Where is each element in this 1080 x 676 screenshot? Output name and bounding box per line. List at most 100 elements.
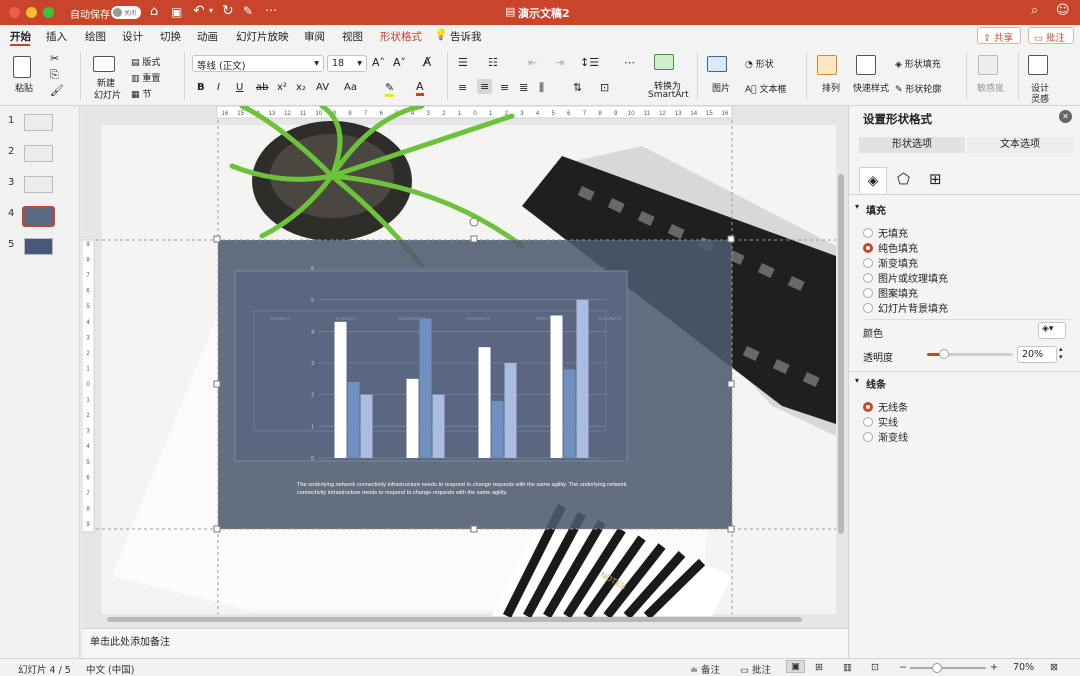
shapes-button[interactable]: ◔ 形状	[745, 57, 774, 70]
tab-insert[interactable]: 插入	[46, 29, 67, 44]
slideshow-icon[interactable]: ⊡	[871, 662, 879, 673]
reading-view-icon[interactable]: ▥	[843, 662, 852, 673]
fit-slide-icon[interactable]: ⊠	[1050, 662, 1058, 673]
fill-line-tab-icon[interactable]: ◈	[859, 167, 887, 193]
home-icon[interactable]: ⌂	[150, 4, 158, 19]
slide-thumbnail-4[interactable]	[22, 206, 55, 227]
slide-sorter-icon[interactable]: ⊞	[815, 662, 823, 673]
redo-icon[interactable]: ↻	[222, 3, 234, 19]
tab-transitions[interactable]: 切换	[160, 29, 181, 44]
tell-me[interactable]: 告诉我	[450, 29, 482, 44]
chevron-down-icon[interactable]: ▾	[855, 202, 859, 211]
text-direction-icon[interactable]: ⇅	[573, 81, 582, 94]
language-indicator[interactable]: 中文 (中国)	[86, 662, 134, 676]
clear-format-icon[interactable]: A̸	[423, 55, 431, 69]
save-icon[interactable]: ▣	[171, 5, 182, 19]
shape-outline-button[interactable]: ✎ 形状轮廓	[895, 82, 941, 95]
align-text-icon[interactable]: ⊡	[600, 81, 609, 94]
sensitivity-icon[interactable]	[978, 55, 998, 75]
zoom-window-button[interactable]	[43, 7, 54, 18]
tab-shape-format[interactable]: 形状格式	[380, 29, 422, 44]
picture-icon[interactable]	[707, 56, 727, 72]
textbox-button[interactable]: A⃞ 文本框	[745, 82, 786, 95]
autosave-toggle[interactable]: 关闭	[111, 6, 141, 19]
normal-view-icon[interactable]: ▣	[786, 660, 805, 673]
increase-indent-icon[interactable]: ⇥	[555, 56, 564, 69]
superscript-icon[interactable]: x²	[277, 82, 287, 93]
designer-icon[interactable]	[1028, 55, 1048, 75]
highlight-icon[interactable]: ✎	[385, 81, 395, 97]
close-icon[interactable]: ✕	[1059, 110, 1072, 123]
decrease-font-icon[interactable]: A˅	[393, 56, 406, 69]
cut-icon[interactable]: ✂	[50, 52, 59, 65]
slide-thumbnail-5[interactable]	[24, 238, 53, 255]
smartart-icon[interactable]	[654, 54, 674, 70]
fill-option-pattern[interactable]: 图案填充	[863, 285, 918, 300]
tab-animations[interactable]: 动画	[197, 29, 218, 44]
slide-thumbnail-2[interactable]	[24, 145, 53, 162]
section-button[interactable]: ▦ 节	[131, 87, 151, 100]
tab-design[interactable]: 设计	[122, 29, 143, 44]
tab-slideshow[interactable]: 幻灯片放映	[236, 29, 289, 44]
edit-icon[interactable]: ✎	[243, 4, 253, 18]
bold-icon[interactable]: B	[197, 82, 205, 93]
char-spacing-icon[interactable]: AV	[316, 82, 329, 93]
subscript-icon[interactable]: x₂	[296, 82, 306, 93]
justify-icon[interactable]: ≣	[519, 81, 528, 94]
minimize-window-button[interactable]	[26, 7, 37, 18]
tab-text-options[interactable]: 文本选项	[967, 137, 1073, 153]
align-center-icon[interactable]: ≡	[477, 79, 493, 94]
copy-icon[interactable]: ⎘	[50, 68, 59, 82]
fill-option-solid[interactable]: 纯色填充	[863, 240, 918, 255]
size-properties-tab-icon[interactable]: ⊞	[929, 170, 942, 188]
zoom-level[interactable]: 70%	[1013, 662, 1034, 673]
stepper-icon[interactable]: ▴ ▾	[1059, 345, 1063, 361]
strikethrough-icon[interactable]: ab	[256, 82, 268, 93]
transparency-slider-knob[interactable]	[939, 349, 950, 359]
fill-option-picture[interactable]: 图片或纹理填充	[863, 270, 948, 285]
chevron-down-icon[interactable]: ▾	[855, 376, 859, 385]
font-size-select[interactable]: 18 ▾	[327, 55, 367, 72]
line-option-gradient[interactable]: 渐变线	[863, 429, 908, 444]
increase-font-icon[interactable]: A˄	[372, 56, 385, 69]
share-button[interactable]: ⇪ 共享	[977, 27, 1021, 44]
horizontal-scrollbar[interactable]	[107, 617, 802, 622]
tab-shape-options[interactable]: 形状选项	[859, 137, 965, 153]
line-section-header[interactable]: 线条	[866, 376, 886, 391]
comments-toggle[interactable]: ▭ 批注	[740, 662, 771, 676]
line-option-solid[interactable]: 实线	[863, 414, 898, 429]
smartart-columns-icon[interactable]: ⋯	[624, 56, 635, 69]
close-window-button[interactable]	[9, 7, 20, 18]
columns-icon[interactable]: ⫼	[539, 81, 544, 95]
undo-dropdown-icon[interactable]: ▾	[209, 6, 213, 15]
reset-button[interactable]: ▥ 重置	[131, 71, 160, 84]
quick-styles-icon[interactable]	[856, 55, 876, 75]
format-painter-icon[interactable]: 🖌	[50, 84, 64, 97]
new-slide-icon[interactable]	[93, 56, 115, 72]
smiley-icon[interactable]: ☺	[1056, 3, 1070, 18]
tab-view[interactable]: 视图	[342, 29, 363, 44]
change-case-icon[interactable]: Aa	[344, 82, 357, 93]
fill-option-gradient[interactable]: 渐变填充	[863, 255, 918, 270]
layout-button[interactable]: ▤ 版式	[131, 55, 160, 68]
tab-home[interactable]: 开始	[10, 29, 31, 44]
notes-toggle[interactable]: ≐ 备注	[690, 662, 720, 676]
slide-caption[interactable]: The underlying network connectivity infr…	[297, 481, 627, 497]
rotate-handle-icon[interactable]	[469, 217, 479, 227]
font-name-select[interactable]: 等线 (正文) ▾	[192, 55, 324, 72]
transparency-input[interactable]: 20%	[1017, 346, 1057, 363]
slide-thumbnail-3[interactable]	[24, 176, 53, 193]
notes-pane[interactable]: 单击此处添加备注	[82, 628, 848, 658]
font-color-icon[interactable]: A	[416, 80, 424, 96]
search-icon[interactable]: ⌕	[1031, 3, 1038, 18]
transparency-slider[interactable]	[927, 349, 1013, 359]
line-option-none[interactable]: 无线条	[863, 399, 908, 414]
underline-icon[interactable]: U	[236, 82, 243, 93]
line-spacing-icon[interactable]: ↕☰	[580, 56, 599, 69]
vertical-scrollbar[interactable]	[838, 174, 844, 534]
align-left-icon[interactable]: ≡	[458, 81, 467, 94]
fill-option-slide-bg[interactable]: 幻灯片背景填充	[863, 300, 948, 315]
arrange-icon[interactable]	[817, 55, 837, 75]
effects-tab-icon[interactable]: ⬠	[897, 170, 910, 188]
zoom-slider-knob[interactable]	[932, 663, 942, 673]
